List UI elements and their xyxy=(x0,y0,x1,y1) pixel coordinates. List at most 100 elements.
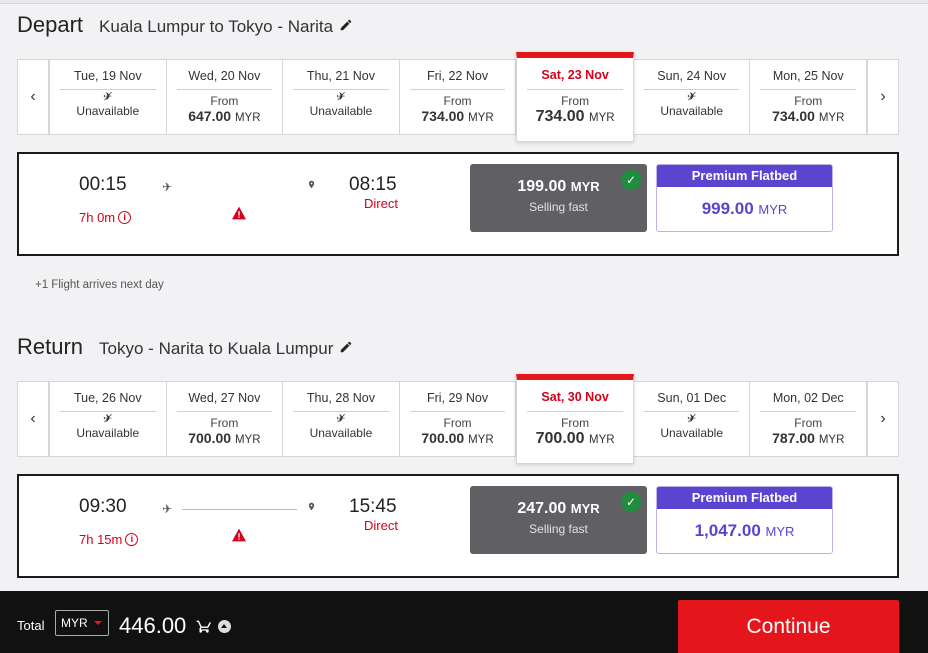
date-option[interactable]: Wed, 27 Nov From 700.00 MYR xyxy=(166,381,284,457)
location-pin-icon xyxy=(308,502,315,511)
date-label: Mon, 02 Dec xyxy=(772,391,844,405)
unavailable-label: Unavailable xyxy=(76,104,140,118)
date-option[interactable]: Wed, 20 Nov From 647.00 MYR xyxy=(166,59,284,135)
date-option[interactable]: Sun, 24 Nov ✈̸ Unavailable xyxy=(633,59,751,135)
from-label: From xyxy=(794,416,823,430)
flight-unavailable-icon: ✈̸ xyxy=(687,413,697,425)
date-label: Sat, 23 Nov xyxy=(541,68,609,82)
date-option[interactable]: Thu, 21 Nov ✈̸ Unavailable xyxy=(283,59,400,135)
pencil-icon[interactable] xyxy=(339,18,353,32)
date-divider xyxy=(527,89,623,90)
stops-label: Direct xyxy=(364,196,398,211)
from-label: From xyxy=(561,416,590,430)
from-label: From xyxy=(794,94,823,108)
economy-fare-button[interactable]: 247.00 MYR Selling fast ✓ xyxy=(470,486,647,554)
info-icon[interactable]: i xyxy=(125,533,139,546)
unavailable-label: Unavailable xyxy=(309,426,373,440)
flight-unavailable-icon: ✈̸ xyxy=(336,91,346,103)
selling-fast-label: Selling fast xyxy=(529,522,588,536)
date-label: Sun, 01 Dec xyxy=(657,391,727,405)
date-divider xyxy=(60,89,156,90)
depart-label: Depart xyxy=(17,12,84,37)
warning-icon xyxy=(232,528,246,542)
date-label: Sat, 30 Nov xyxy=(541,390,609,404)
from-label: From xyxy=(443,416,472,430)
duration-text: 7h 0m xyxy=(79,210,116,225)
unavailable-label: Unavailable xyxy=(309,104,373,118)
chevron-right-icon[interactable]: › xyxy=(867,59,899,135)
date-price: 734.00 MYR xyxy=(772,108,845,124)
date-divider xyxy=(643,89,740,90)
next-day-note: +1 Flight arrives next day xyxy=(35,279,164,291)
date-price: 787.00 MYR xyxy=(772,430,845,446)
flight-unavailable-icon: ✈̸ xyxy=(336,413,346,425)
date-divider xyxy=(293,89,389,90)
date-divider xyxy=(293,411,389,412)
currency-select[interactable]: MYR xyxy=(55,610,109,636)
return-route: Tokyo - Narita to Kuala Lumpur xyxy=(99,339,334,358)
date-option[interactable]: Tue, 19 Nov ✈̸ Unavailable xyxy=(49,59,167,135)
date-price: 700.00 MYR xyxy=(421,430,494,446)
date-price: 647.00 MYR xyxy=(188,108,261,124)
chevron-left-icon[interactable]: ‹ xyxy=(17,59,49,135)
check-icon: ✓ xyxy=(621,492,641,512)
date-price: 700.00 MYR xyxy=(535,430,615,447)
continue-button[interactable]: Continue xyxy=(678,600,899,653)
return-date-list: Tue, 26 Nov ✈̸ Unavailable Wed, 27 Nov From 7… xyxy=(49,374,868,464)
from-label: From xyxy=(210,416,239,430)
premium-title: Premium Flatbed xyxy=(657,165,832,187)
date-divider xyxy=(409,411,506,412)
date-label: Fri, 29 Nov xyxy=(426,391,489,405)
date-divider xyxy=(527,411,623,412)
premium-fare-button[interactable]: Premium Flatbed 1,047.00 MYR xyxy=(656,486,833,554)
date-price: 734.00 MYR xyxy=(421,108,494,124)
date-option[interactable]: Mon, 25 Nov From 734.00 MYR xyxy=(750,59,868,135)
pencil-icon[interactable] xyxy=(339,340,353,354)
unavailable-label: Unavailable xyxy=(660,426,724,440)
date-option[interactable]: Mon, 02 Dec From 787.00 MYR xyxy=(750,381,868,457)
return-header: Return Tokyo - Narita to Kuala Lumpur xyxy=(17,334,353,360)
date-option[interactable]: Sat, 23 Nov From 734.00 MYR xyxy=(516,52,634,142)
premium-fare-button[interactable]: Premium Flatbed 999.00 MYR xyxy=(656,164,833,232)
return-label: Return xyxy=(17,334,84,359)
depart-route: Kuala Lumpur to Tokyo - Narita xyxy=(99,17,334,36)
unavailable-label: Unavailable xyxy=(76,426,140,440)
date-label: Mon, 25 Nov xyxy=(772,69,844,83)
date-option[interactable]: Tue, 26 Nov ✈̸ Unavailable xyxy=(49,381,167,457)
cart-icon[interactable] xyxy=(196,618,212,634)
date-label: Tue, 26 Nov xyxy=(73,391,142,405)
date-label: Thu, 28 Nov xyxy=(306,391,375,405)
from-label: From xyxy=(210,94,239,108)
total-amount: 446.00 xyxy=(119,613,187,638)
flight-unavailable-icon: ✈̸ xyxy=(687,91,697,103)
date-option[interactable]: Fri, 29 Nov From 700.00 MYR xyxy=(399,381,517,457)
economy-fare-button[interactable]: 199.00 MYR Selling fast ✓ xyxy=(470,164,647,232)
unavailable-label: Unavailable xyxy=(660,104,724,118)
date-option[interactable]: Sat, 30 Nov From 700.00 MYR xyxy=(516,374,634,464)
date-label: Thu, 21 Nov xyxy=(306,69,375,83)
duration-text: 7h 15m xyxy=(79,532,123,547)
flight-duration: 7h 15m i xyxy=(79,532,139,547)
total-label: Total xyxy=(17,618,45,633)
flight-duration: 7h 0m i xyxy=(79,210,132,225)
stops-label: Direct xyxy=(364,518,398,533)
caret-down-icon xyxy=(94,621,102,625)
plane-icon: ✈ xyxy=(162,180,173,194)
check-icon: ✓ xyxy=(621,170,641,190)
date-divider xyxy=(176,89,273,90)
date-divider xyxy=(643,411,740,412)
date-label: Sun, 24 Nov xyxy=(657,69,727,83)
date-option[interactable]: Fri, 22 Nov From 734.00 MYR xyxy=(399,59,517,135)
flight-unavailable-icon: ✈̸ xyxy=(103,91,113,103)
date-label: Wed, 20 Nov xyxy=(188,69,261,83)
chevron-left-icon[interactable]: ‹ xyxy=(17,381,49,457)
date-option[interactable]: Thu, 28 Nov ✈̸ Unavailable xyxy=(283,381,400,457)
date-option[interactable]: Sun, 01 Dec ✈̸ Unavailable xyxy=(633,381,751,457)
selling-fast-label: Selling fast xyxy=(529,200,588,214)
warning-icon xyxy=(232,206,246,220)
chevron-up-icon[interactable] xyxy=(218,620,231,633)
info-icon[interactable]: i xyxy=(118,211,132,224)
premium-price: 1,047.00 MYR xyxy=(694,521,795,540)
date-label: Fri, 22 Nov xyxy=(426,69,489,83)
chevron-right-icon[interactable]: › xyxy=(867,381,899,457)
